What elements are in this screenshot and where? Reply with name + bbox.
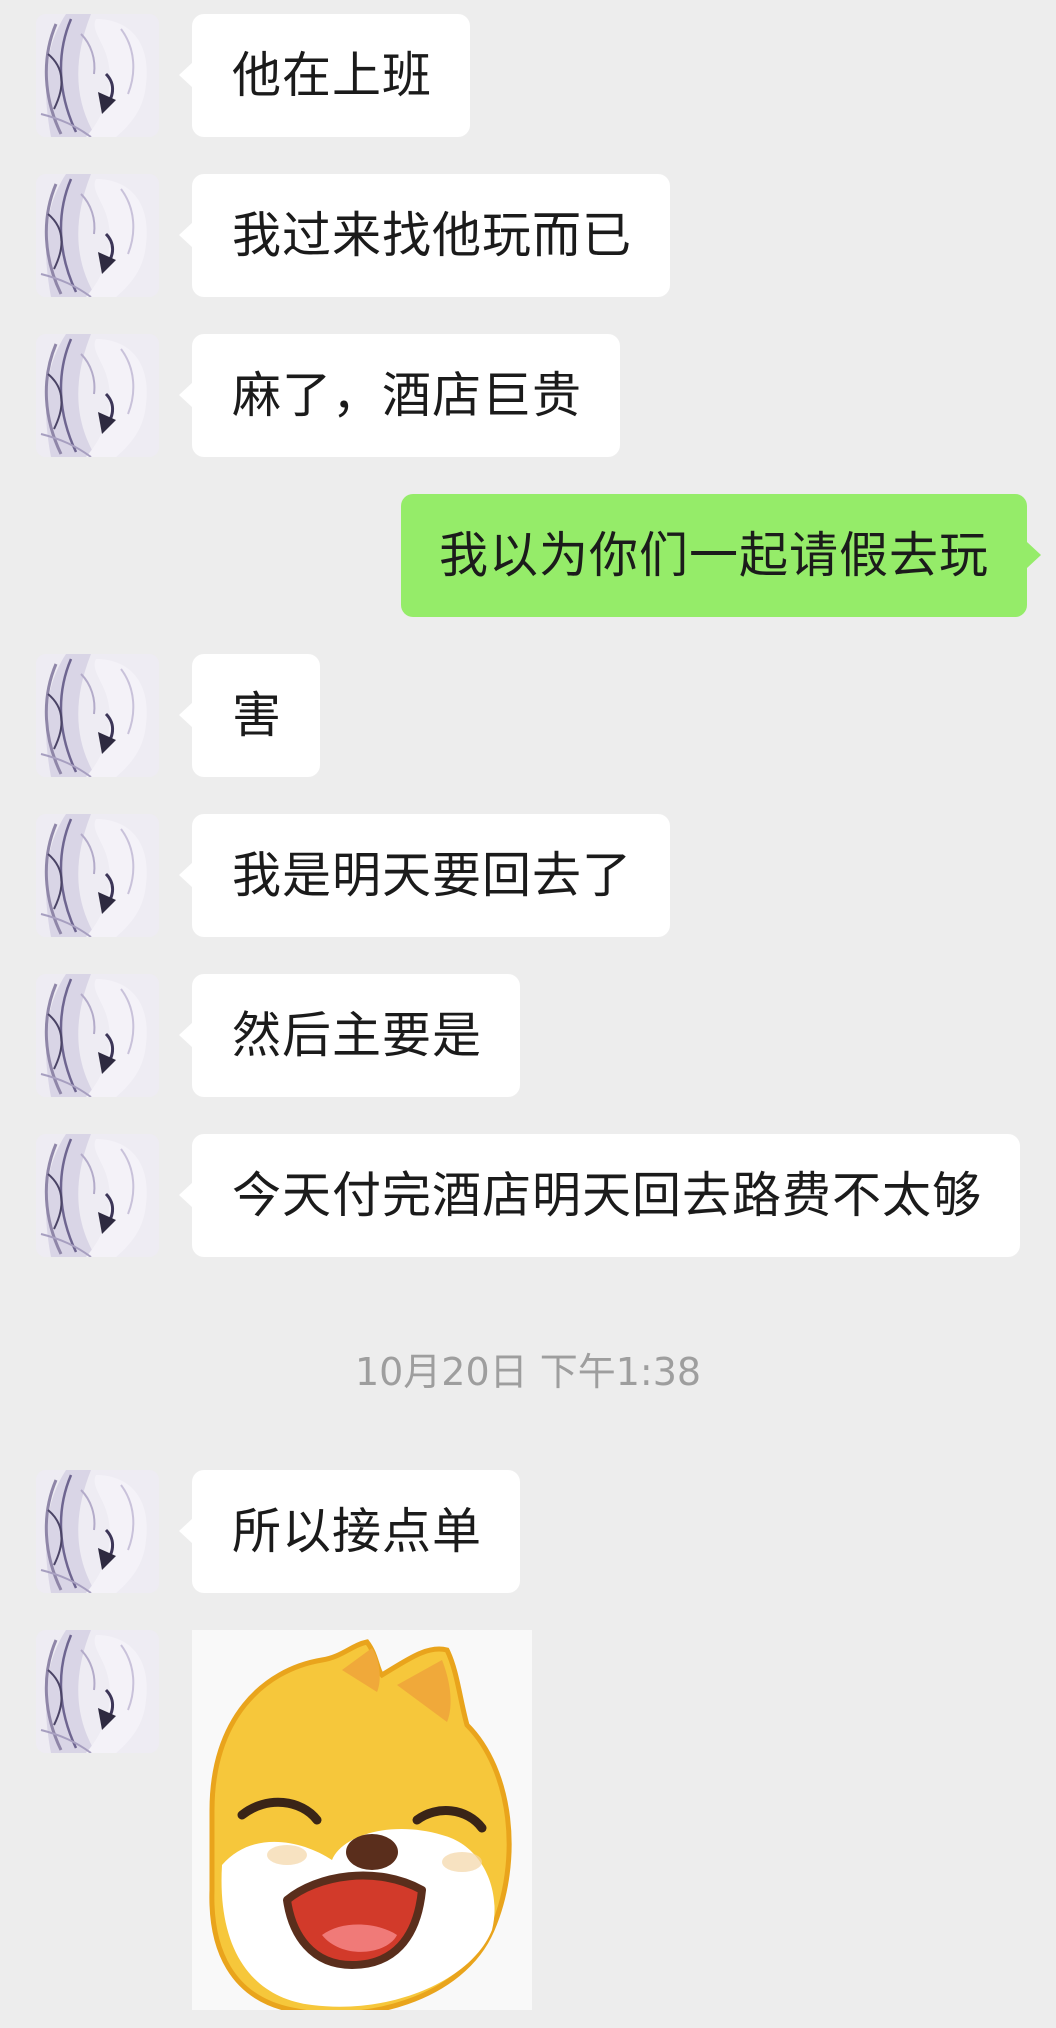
anime-avatar-icon[interactable] [36,974,159,1097]
anime-avatar-icon[interactable] [36,1630,159,1753]
anime-avatar-icon[interactable] [36,1470,159,1593]
incoming-message-bubble[interactable]: 所以接点单 [178,1470,521,1593]
anime-avatar-icon[interactable] [36,334,159,457]
incoming-message-bubble[interactable]: 我过来找他玩而已 [178,174,671,297]
anime-avatar-icon[interactable] [36,1134,159,1257]
incoming-message-bubble[interactable]: 麻了，酒店巨贵 [178,334,621,457]
anime-avatar-icon[interactable] [36,814,159,937]
anime-avatar-icon[interactable] [36,14,159,137]
incoming-message-bubble[interactable]: 今天付完酒店明天回去路费不太够 [178,1134,1021,1257]
incoming-message-bubble[interactable]: 害 [178,654,321,777]
anime-avatar-icon[interactable] [36,654,159,777]
incoming-message-bubble[interactable]: 他在上班 [178,14,471,137]
message-timestamp: 10月20日 下午1:38 [354,1350,702,1394]
outgoing-message-bubble[interactable]: 我以为你们一起请假去玩 [400,494,1042,617]
chat-area: 他在上班 我过来找他玩而已 麻了，酒店巨贵 我以为你们一起请假去玩 害 我是明天… [0,0,1056,2028]
shiba-laughing-sticker-icon[interactable] [192,1630,532,2010]
anime-avatar-icon[interactable] [36,174,159,297]
incoming-message-bubble[interactable]: 我是明天要回去了 [178,814,671,937]
incoming-message-bubble[interactable]: 然后主要是 [178,974,521,1097]
